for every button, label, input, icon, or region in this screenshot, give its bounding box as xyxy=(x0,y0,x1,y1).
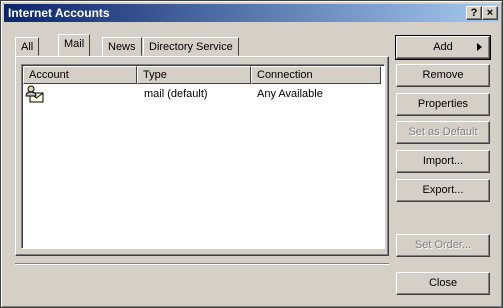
separator xyxy=(15,263,389,265)
account-connection: Any Available xyxy=(257,88,323,100)
column-connection[interactable]: Connection xyxy=(251,66,381,84)
title-bar[interactable]: Internet Accounts ? × xyxy=(4,4,499,22)
list-item[interactable]: mail (default) Any Available xyxy=(23,85,383,103)
close-window-button[interactable]: × xyxy=(482,6,498,20)
tab-all[interactable]: All xyxy=(15,37,40,56)
account-type: mail (default) xyxy=(144,88,208,100)
close-button[interactable]: Close xyxy=(396,272,490,295)
add-button[interactable]: Add xyxy=(395,35,491,60)
internet-accounts-dialog: Internet Accounts ? × All Mail News Dire… xyxy=(0,0,503,308)
properties-button[interactable]: Properties xyxy=(396,93,490,116)
window-title: Internet Accounts xyxy=(8,6,110,20)
list-header: Account Type Connection xyxy=(23,66,383,84)
set-order-button[interactable]: Set Order... xyxy=(396,234,490,257)
tab-mail[interactable]: Mail xyxy=(58,34,91,56)
tab-directory-service[interactable]: Directory Service xyxy=(143,37,239,56)
export-button[interactable]: Export... xyxy=(396,179,490,202)
column-type[interactable]: Type xyxy=(137,66,251,84)
import-button[interactable]: Import... xyxy=(396,150,490,173)
accounts-list[interactable]: Account Type Connection mail (default) A… xyxy=(21,64,385,249)
help-button[interactable]: ? xyxy=(466,6,482,20)
remove-button[interactable]: Remove xyxy=(396,64,490,87)
mail-account-icon xyxy=(25,85,45,106)
tab-news[interactable]: News xyxy=(102,37,142,56)
column-account[interactable]: Account xyxy=(23,66,137,84)
set-as-default-button[interactable]: Set as Default xyxy=(396,121,490,144)
submenu-arrow-icon xyxy=(477,43,482,51)
add-button-label: Add xyxy=(433,41,453,53)
